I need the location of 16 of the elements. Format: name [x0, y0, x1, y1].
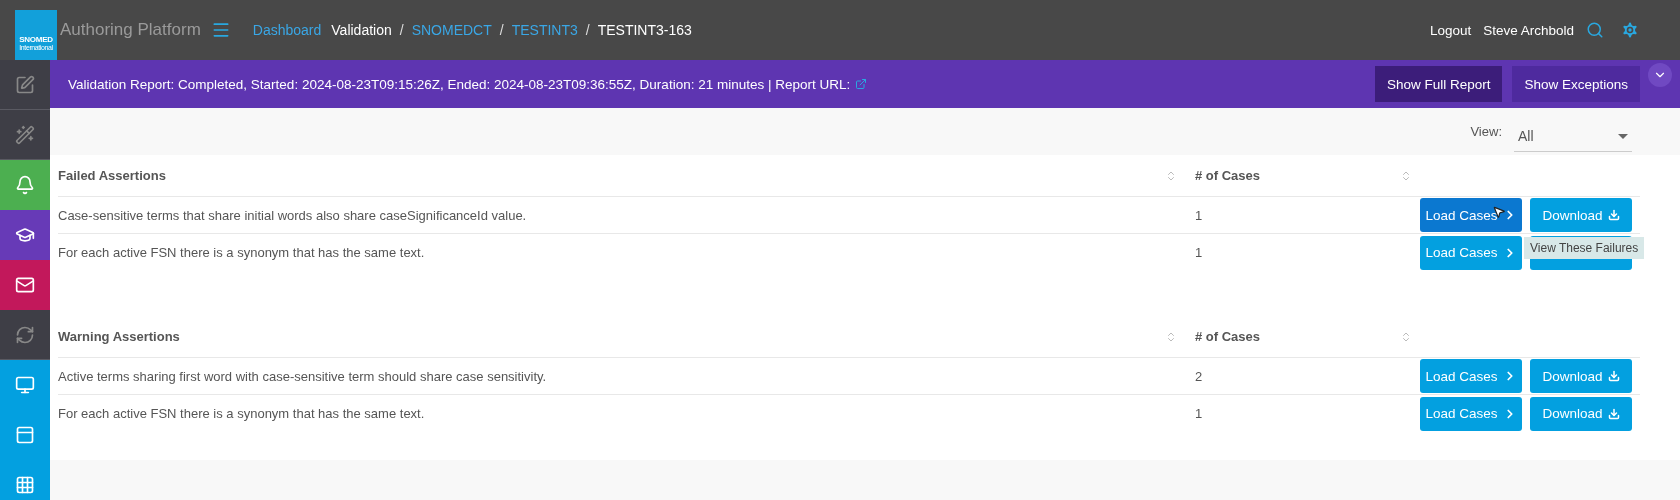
breadcrumb-separator: /: [499, 22, 504, 38]
logo-name: SNOMED: [19, 35, 53, 44]
cases-cell-text: 2: [1194, 368, 1204, 384]
assertion-cell-text: Case-sensitive terms that share initial words also share caseSignificanceId value.: [58, 207, 528, 223]
cases-cell-text: 1: [1194, 406, 1204, 421]
breadcrumb-separator: /: [585, 22, 590, 38]
assertion-cell-text: For each active FSN there is a synonym that has the same text.: [58, 406, 426, 421]
cases-cell-text: 1: [1194, 207, 1204, 223]
assertion-cell-text: Active terms sharing first word with case-sensitive term should share case sensitivity.: [58, 368, 548, 384]
assertion-cell-text: For each active FSN there is a synonym that has the same text.: [58, 245, 426, 260]
app-title: Authoring Platform: [60, 20, 201, 40]
cases-cell-text: 1: [1194, 245, 1204, 260]
view-label: View:: [1470, 124, 1502, 139]
report-summary: Validation Report: Completed, Started: 2024-08-23T09:15:26Z, Ended: 2024-08-23T09:36:55Z, Duration: 21 minutes | Report URL:: [68, 76, 851, 92]
tooltip: View These Failures: [1524, 237, 1645, 259]
breadcrumb-separator: /: [399, 22, 404, 38]
